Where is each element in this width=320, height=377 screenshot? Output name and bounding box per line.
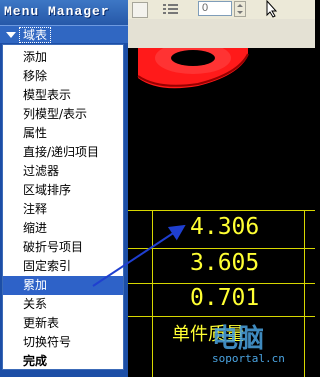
annotation-arrow [92,224,186,287]
